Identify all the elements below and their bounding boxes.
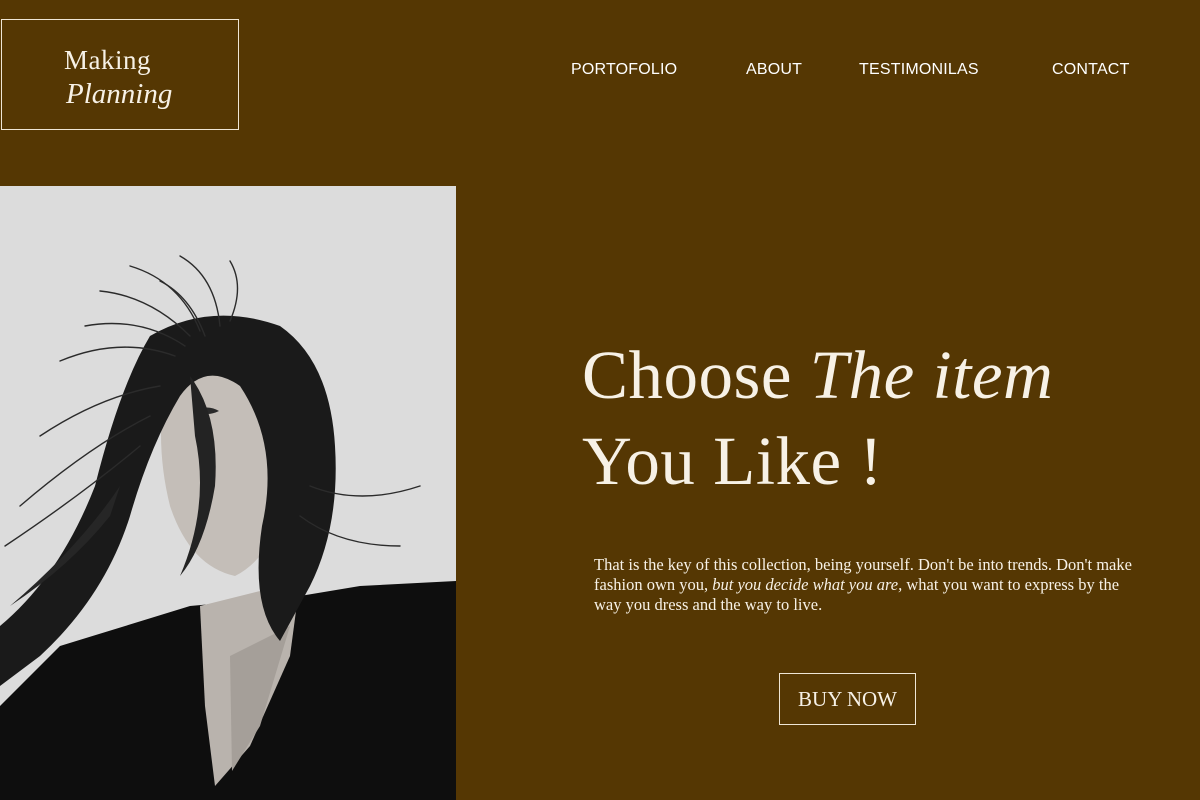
nav-portfolio-link[interactable]: PORTOFOLIO: [571, 61, 677, 79]
headline-part1: Choose: [582, 337, 810, 413]
woman-portrait-illustration: [0, 186, 456, 800]
buy-now-button[interactable]: BUY NOW: [779, 673, 916, 725]
main-nav: PORTOFOLIO ABOUT TESTIMONILAS CONTACT: [0, 61, 1200, 81]
nav-about-link[interactable]: ABOUT: [746, 61, 802, 79]
nav-testimonials-link[interactable]: TESTIMONILAS: [859, 61, 979, 79]
hero-headline: Choose The item You Like !: [582, 332, 1182, 504]
headline-part2: The item: [809, 337, 1054, 413]
brand-logo-line2: Planning: [66, 78, 173, 110]
paragraph-italic: but you decide what you are,: [712, 575, 903, 594]
nav-contact-link[interactable]: CONTACT: [1052, 61, 1130, 79]
hero-paragraph: That is the key of this collection, bein…: [594, 555, 1134, 615]
hero-photo: [0, 186, 456, 800]
headline-line2: You Like !: [582, 423, 883, 499]
